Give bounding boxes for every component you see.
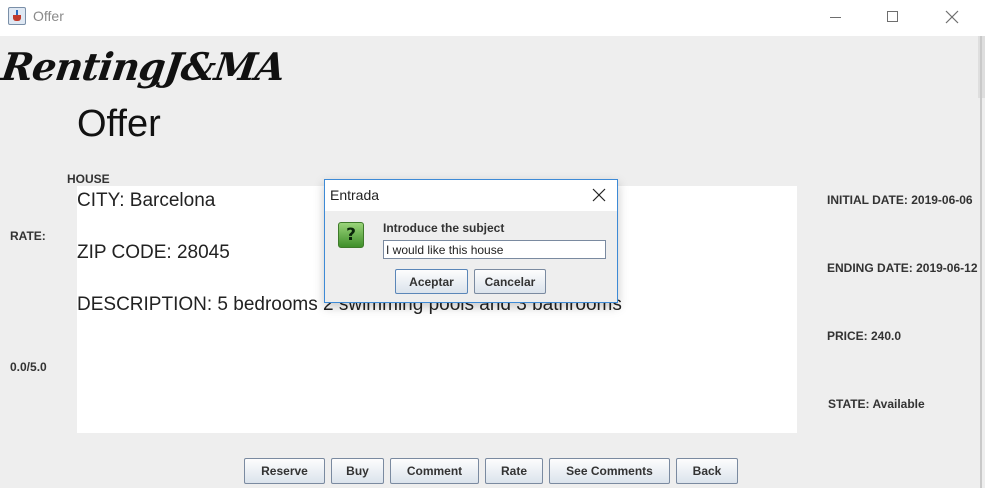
close-button[interactable] (922, 0, 980, 36)
dialog-title: Entrada (330, 187, 380, 203)
java-app-icon (8, 7, 26, 25)
dialog-message: Introduce the subject (383, 221, 505, 235)
app-logo: RentingJ&MA (0, 44, 288, 89)
ending-date-label: ENDING DATE: 2019-06-12 (827, 261, 978, 275)
close-icon (945, 10, 959, 24)
comment-button[interactable]: Comment (390, 458, 479, 484)
question-icon: ? (338, 222, 364, 248)
zip-code-text: ZIP CODE: 28045 (77, 242, 230, 263)
window-title: Offer (33, 8, 64, 24)
dialog-titlebar: Entrada (325, 180, 617, 211)
price-label: PRICE: 240.0 (827, 329, 902, 343)
cancelar-button[interactable]: Cancelar (474, 269, 546, 294)
city-text: CITY: Barcelona (77, 190, 216, 211)
state-label: STATE: Available (828, 397, 925, 411)
see-comments-button[interactable]: See Comments (549, 458, 670, 484)
aceptar-button[interactable]: Aceptar (395, 269, 468, 294)
rate-button[interactable]: Rate (485, 458, 543, 484)
maximize-button[interactable] (864, 0, 922, 36)
window-titlebar: Offer (0, 0, 985, 36)
maximize-icon (887, 11, 898, 22)
buy-button[interactable]: Buy (331, 458, 384, 484)
rate-label: RATE: (10, 229, 46, 243)
close-icon (592, 188, 606, 202)
dialog-close-button[interactable] (583, 181, 615, 210)
scrollbar-track[interactable] (980, 36, 982, 488)
minimize-button[interactable] (806, 0, 864, 36)
initial-date-label: INITIAL DATE: 2019-06-06 (827, 193, 973, 207)
back-button[interactable]: Back (676, 458, 738, 484)
section-label: HOUSE (67, 172, 110, 186)
reserve-button[interactable]: Reserve (244, 458, 325, 484)
subject-input[interactable] (383, 240, 606, 259)
rating-value: 0.0/5.0 (10, 360, 47, 374)
input-dialog: Entrada ? Introduce the subject Aceptar … (324, 179, 618, 303)
minimize-icon (830, 17, 841, 18)
page-title: Offer (77, 103, 161, 145)
